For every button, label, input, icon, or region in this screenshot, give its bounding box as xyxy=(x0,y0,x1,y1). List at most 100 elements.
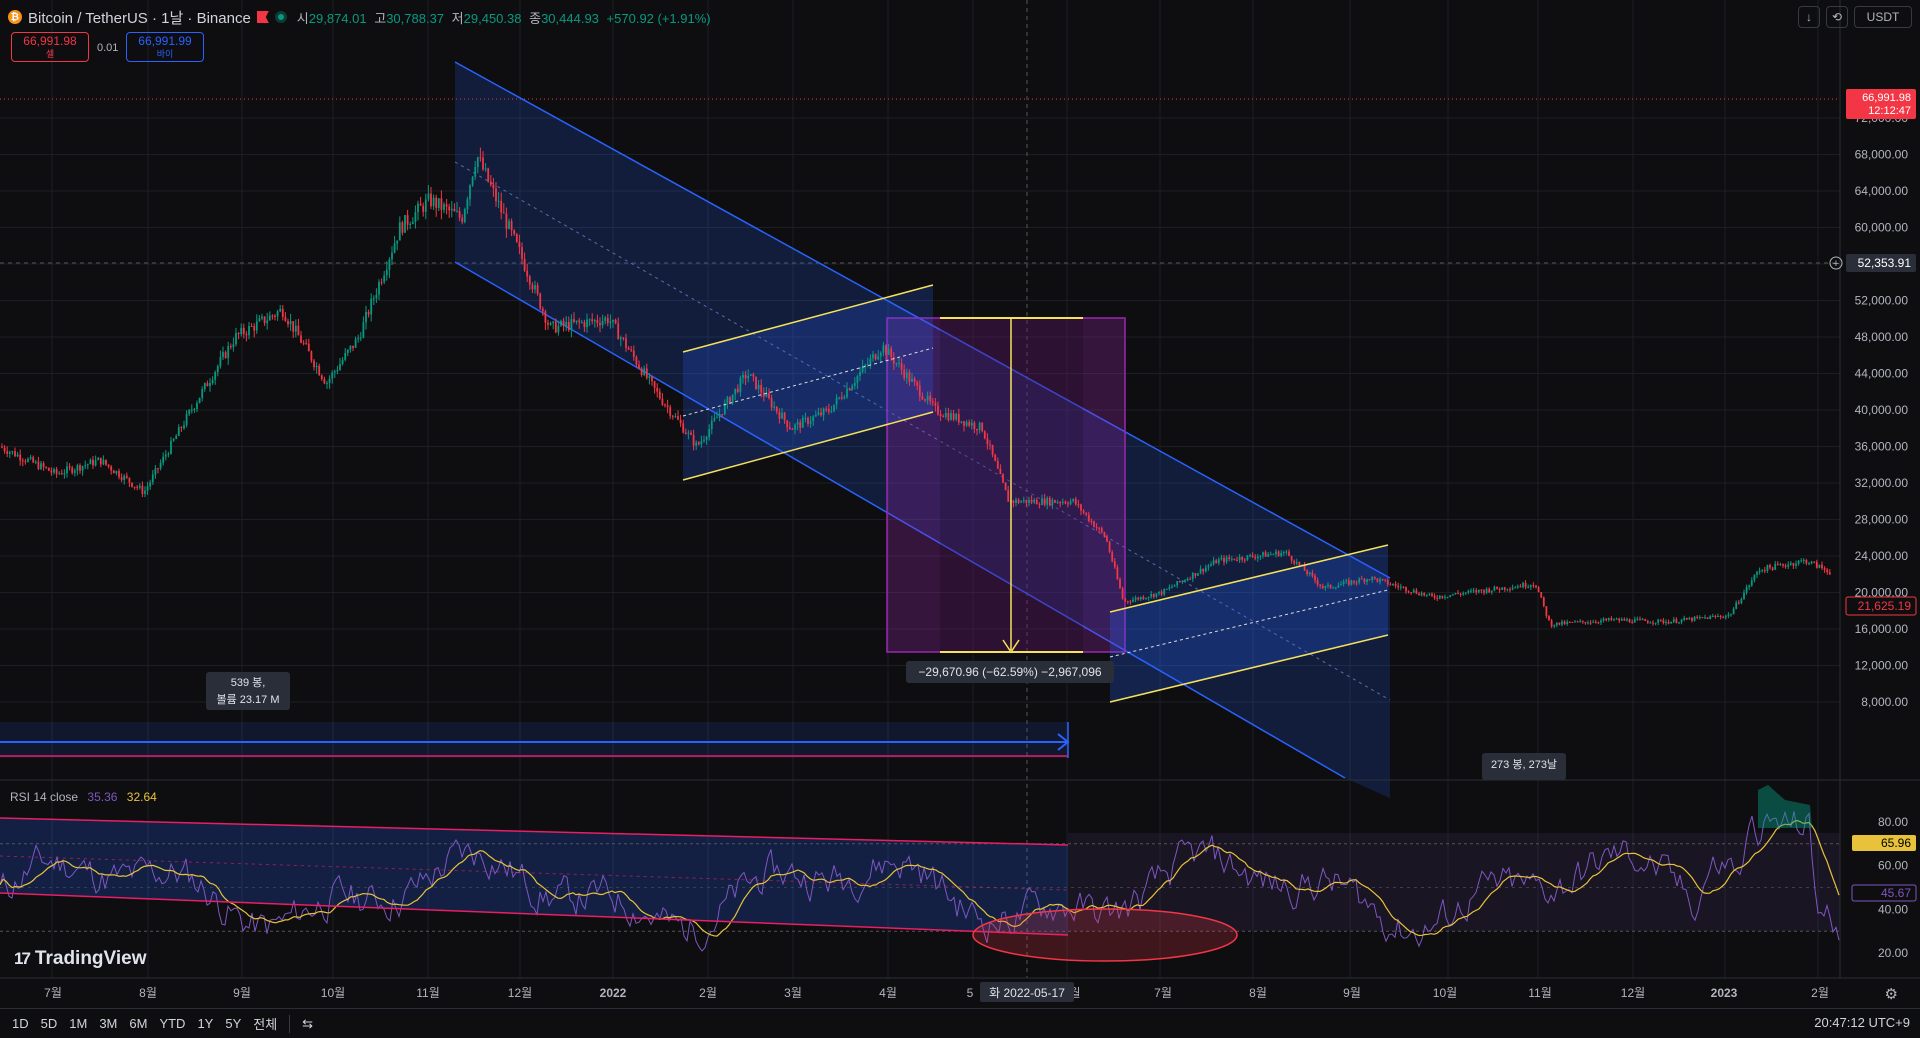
marked-price-tag: 21,625.19 xyxy=(1858,599,1912,613)
candle xyxy=(604,317,607,321)
candle xyxy=(1665,621,1667,624)
candle xyxy=(1649,622,1652,624)
candle xyxy=(874,354,877,360)
sell-button[interactable]: 66,991.98 셀 xyxy=(11,32,89,62)
candle xyxy=(1295,561,1298,564)
candle xyxy=(840,397,843,399)
candle xyxy=(1537,587,1540,593)
candle xyxy=(495,188,497,202)
candle xyxy=(1095,526,1098,528)
candle xyxy=(1737,602,1740,604)
candle xyxy=(859,372,861,377)
candle xyxy=(1769,565,1771,568)
candle xyxy=(1685,617,1688,620)
candle xyxy=(250,325,253,327)
candle xyxy=(497,200,500,202)
candle xyxy=(1701,617,1704,619)
candle xyxy=(541,308,544,312)
candle xyxy=(406,215,409,225)
rsi-tick-label: 20.00 xyxy=(1878,946,1908,960)
candle xyxy=(1394,584,1397,586)
candle xyxy=(149,482,152,487)
candle xyxy=(1002,474,1004,483)
candle xyxy=(1753,574,1756,581)
buy-button[interactable]: 66,991.99 바이 xyxy=(126,32,204,62)
candle xyxy=(1152,593,1155,597)
candle xyxy=(931,401,934,403)
candle xyxy=(866,364,869,366)
candle xyxy=(1238,556,1241,561)
download-icon[interactable]: ↓ xyxy=(1798,6,1820,28)
candle xyxy=(976,428,978,431)
range-1d[interactable]: 1D xyxy=(12,1016,29,1031)
range-all[interactable]: 전체 xyxy=(253,1014,277,1033)
candle xyxy=(365,311,367,323)
candle xyxy=(430,193,432,207)
candle xyxy=(895,363,898,365)
candle xyxy=(643,368,646,375)
candle xyxy=(786,420,789,428)
candle xyxy=(1667,621,1670,624)
candle xyxy=(110,466,113,471)
range-ytd[interactable]: YTD xyxy=(159,1016,185,1031)
candle xyxy=(989,444,991,446)
candle xyxy=(812,416,815,422)
candle xyxy=(640,368,643,375)
candle xyxy=(1389,584,1392,586)
candle xyxy=(1636,618,1639,620)
candle xyxy=(531,284,534,290)
range-5d[interactable]: 5D xyxy=(41,1016,58,1031)
calendar-icon[interactable]: ⇆ xyxy=(302,1016,313,1032)
candle xyxy=(1347,580,1350,585)
candle xyxy=(651,376,653,382)
chart-canvas[interactable]: −29,670.96 (−62.59%) −2,967,096 539 봉, 볼륨 … xyxy=(0,0,1920,1008)
candle xyxy=(172,439,175,441)
crosshair-price-tag: 52,353.91 xyxy=(1858,256,1912,270)
candle xyxy=(1210,564,1212,566)
clock[interactable]: 20:47:12 UTC+9 xyxy=(1814,1015,1910,1030)
candle xyxy=(1714,616,1717,618)
range-1y[interactable]: 1Y xyxy=(197,1016,213,1031)
candle xyxy=(1285,551,1288,553)
candle xyxy=(71,467,74,473)
candle xyxy=(339,364,341,371)
candle xyxy=(716,417,718,419)
candle xyxy=(656,387,659,392)
symbol-header[interactable]: ₿ Bitcoin / TetherUS · 1날 · Binance 시29,… xyxy=(8,6,711,28)
candle xyxy=(1181,580,1184,583)
candle xyxy=(344,352,347,360)
candle xyxy=(1592,621,1595,623)
candle xyxy=(32,457,35,463)
symbol-title[interactable]: Bitcoin / TetherUS · 1날 · Binance xyxy=(28,7,251,28)
candle xyxy=(367,311,370,315)
candle xyxy=(489,181,492,185)
range-5y[interactable]: 5Y xyxy=(225,1016,241,1031)
range-6m[interactable]: 6M xyxy=(129,1016,147,1031)
flag-icon[interactable] xyxy=(256,11,269,23)
replay-icon[interactable]: ⟲ xyxy=(1826,6,1848,28)
currency-select[interactable]: USDT xyxy=(1854,6,1912,28)
candle xyxy=(1371,576,1374,580)
candle xyxy=(916,381,919,386)
range-3m[interactable]: 3M xyxy=(99,1016,117,1031)
candle xyxy=(1532,585,1535,587)
candle xyxy=(1724,615,1727,618)
candle xyxy=(1189,578,1192,580)
candle xyxy=(749,374,752,376)
gear-icon[interactable]: ⚙ xyxy=(1885,985,1898,1003)
candle xyxy=(635,356,638,365)
candle xyxy=(1711,616,1714,618)
rsi-legend[interactable]: RSI 14 close 35.36 32.64 xyxy=(10,790,157,804)
candle xyxy=(1316,580,1319,585)
candle xyxy=(81,466,84,471)
candle xyxy=(1654,622,1657,624)
candle xyxy=(1340,584,1342,586)
candle xyxy=(216,366,219,373)
candle xyxy=(957,413,960,423)
candle xyxy=(1818,564,1821,568)
candle xyxy=(1384,579,1387,581)
range-1m[interactable]: 1M xyxy=(69,1016,87,1031)
candle xyxy=(1776,563,1779,565)
candle xyxy=(1420,593,1423,596)
candle xyxy=(1249,555,1251,557)
